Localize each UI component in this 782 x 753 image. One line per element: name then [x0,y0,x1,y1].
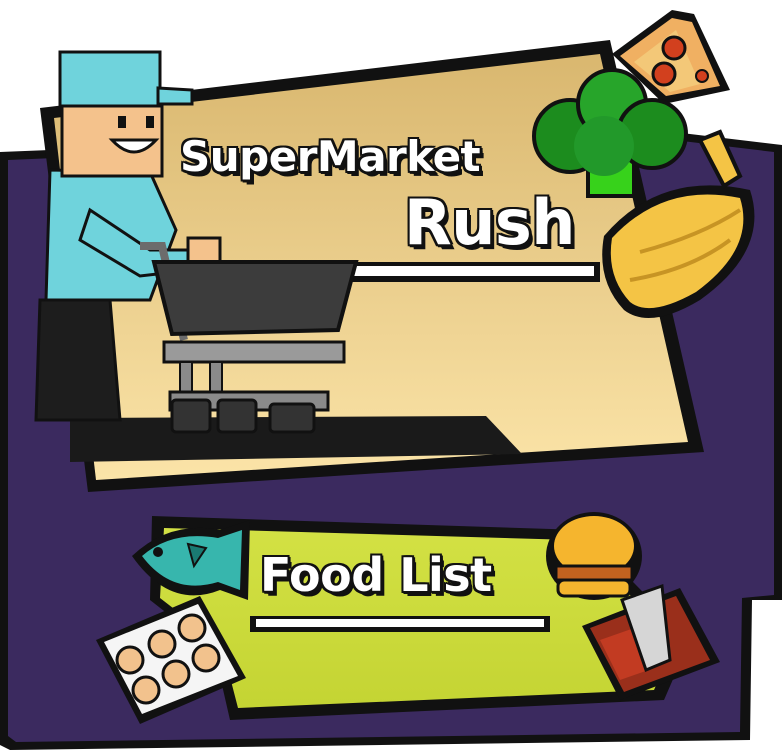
food-list-underline [250,616,550,632]
burger-icon [546,512,642,600]
game-menu-scene [0,10,782,750]
game-title-line2: Rush [404,186,575,259]
title-underline [346,262,600,282]
food-list-button[interactable]: Food List [260,548,492,602]
game-title-line1: SuperMarket [180,132,481,181]
